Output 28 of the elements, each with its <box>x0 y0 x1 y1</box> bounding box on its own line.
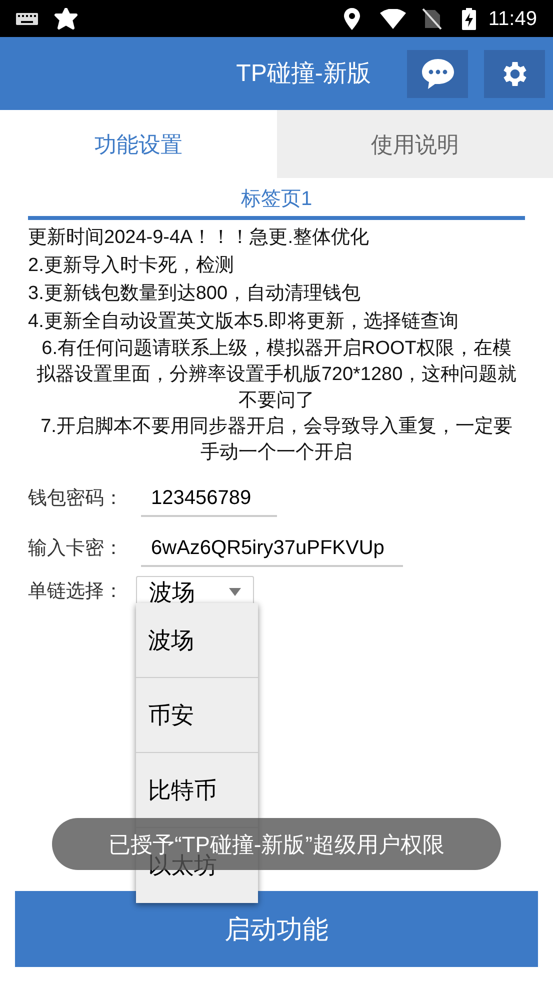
keyboard-icon <box>16 12 38 24</box>
no-sim-icon <box>422 8 442 30</box>
start-button[interactable]: 启动功能 <box>15 891 538 967</box>
note-text: 更新时间2024-9-4A！！！急更.整体优化 <box>28 226 370 250</box>
note-text: 3.更新钱包数量到达800，自动清理钱包 <box>28 282 362 306</box>
clock: 11:49 <box>488 6 537 32</box>
field-label: 单链选择： <box>28 580 124 604</box>
field-label: 输入卡密： <box>28 536 124 561</box>
settings-button[interactable] <box>484 50 545 98</box>
input-field[interactable]: 123456789 <box>141 481 277 517</box>
wifi-icon <box>380 8 406 28</box>
app-title: TP碰撞-新版 <box>235 58 372 88</box>
dropdown-option[interactable]: 波场 <box>136 603 258 678</box>
tab[interactable]: 使用说明 <box>276 110 553 178</box>
note-text: 6.有任何问题请联系上级，模拟器开启ROOT权限，在模拟器设置里面，分辨率设置手机版720*1280，这种问题就不要问了 <box>35 337 518 413</box>
chat-button[interactable] <box>407 50 468 98</box>
flower-icon <box>54 8 78 30</box>
field-label: 钱包密码： <box>28 486 124 511</box>
input-field[interactable]: 6wAz6QR5iry37uPFKVUp <box>141 531 403 567</box>
location-icon <box>344 8 360 30</box>
page-tab[interactable]: 标签页1 <box>28 184 525 220</box>
caret-icon <box>229 588 241 596</box>
dropdown-option[interactable]: 币安 <box>136 678 258 753</box>
chat-bubble-icon <box>420 58 454 90</box>
battery-charging-icon <box>462 8 476 30</box>
note-text: 4.更新全自动设置英文版本5.即将更新，选择链查询 <box>28 310 460 334</box>
note-text: 7.开启脚本不要用同步器开启，会导致导入重复，一定要手动一个一个开启 <box>40 415 514 465</box>
note-text: 2.更新导入时卡死，检测 <box>28 254 235 278</box>
